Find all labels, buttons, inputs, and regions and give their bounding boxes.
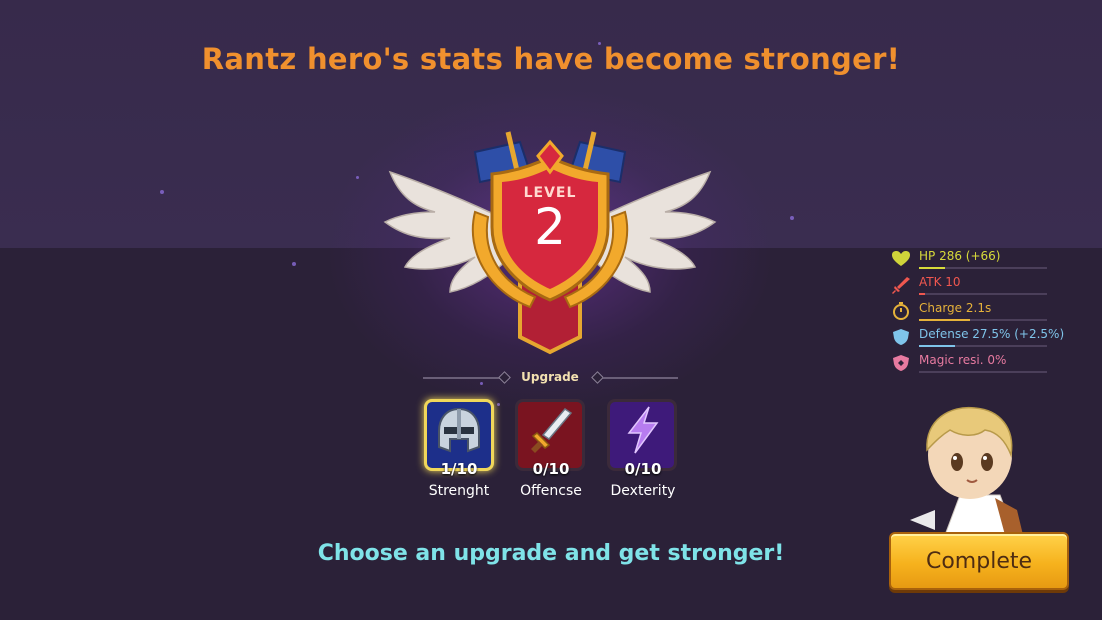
upgrade-label: Upgrade <box>521 370 579 384</box>
skill-strength-count: 1/10 <box>440 460 478 478</box>
page-title: Rantz hero's stats have become stronger! <box>201 42 901 76</box>
stat-magic-resist-bar <box>919 371 1047 373</box>
stat-magic-resist-text: Magic resi. 0% <box>919 353 1007 367</box>
stat-charge-text: Charge 2.1s <box>919 301 992 315</box>
lightning-icon <box>627 406 659 454</box>
sparkle <box>497 403 500 406</box>
stat-bar-fill <box>919 345 955 347</box>
sword-icon <box>892 277 910 294</box>
stat-row-charge: Charge 2.1s <box>891 301 1061 327</box>
stat-row-hp: HP 286 (+66) <box>891 249 1061 275</box>
stat-defense-bar <box>919 345 1047 347</box>
stat-bar-fill <box>919 267 945 269</box>
stat-hp-text: HP 286 (+66) <box>919 249 1001 263</box>
sparkle <box>160 190 164 194</box>
helmet-icon <box>438 407 480 453</box>
sparkle <box>292 262 296 266</box>
level-number: 2 <box>534 198 566 256</box>
stat-atk-bar <box>919 293 1047 295</box>
stat-hp-bar <box>919 267 1047 269</box>
stat-bar-fill <box>919 319 971 321</box>
stat-charge-bar <box>919 319 1047 321</box>
divider-left <box>423 377 500 379</box>
sparkle <box>356 176 359 179</box>
shield-icon <box>893 329 909 345</box>
complete-button-label: Complete <box>925 549 1033 574</box>
stopwatch-icon <box>893 302 909 320</box>
skill-offence-label: Offencse <box>520 483 582 499</box>
stat-row-magic-resist: Magic resi. 0% <box>891 353 1061 379</box>
sparkle <box>790 216 794 220</box>
skill-dexterity-count: 0/10 <box>624 460 662 478</box>
heart-icon <box>892 251 910 266</box>
divider-right <box>603 377 678 379</box>
stat-atk-text: ATK 10 <box>919 275 961 289</box>
magic-shield-icon <box>893 355 909 371</box>
skill-strength-label: Strenght <box>428 483 490 499</box>
stat-bar-fill <box>919 293 926 295</box>
hero-character-avatar <box>910 406 1023 535</box>
sparkle <box>480 382 483 385</box>
complete-button[interactable]: Complete <box>889 532 1069 590</box>
sword-icon <box>531 408 573 453</box>
stat-row-defense: Defense 27.5% (+2.5%) <box>891 327 1065 353</box>
stat-row-atk: ATK 10 <box>891 275 1061 301</box>
skill-offence-count: 0/10 <box>532 460 570 478</box>
skill-dexterity-label: Dexterity <box>610 483 676 499</box>
stat-defense-text: Defense 27.5% (+2.5%) <box>919 327 1065 341</box>
